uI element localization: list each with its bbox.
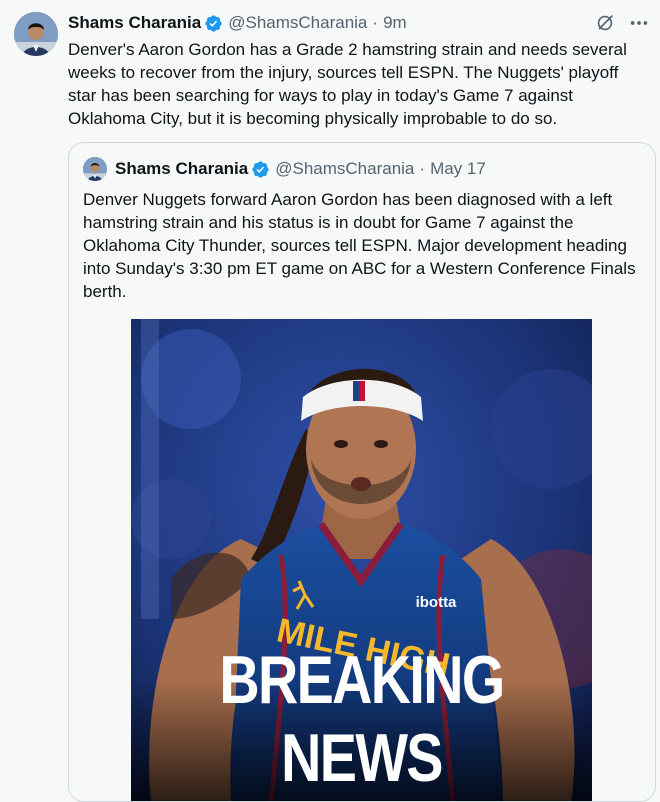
separator-dot: · xyxy=(372,13,379,32)
quoted-tweet-image[interactable]: MILE HIGH ibotta BREAKING NEWS xyxy=(131,319,592,801)
author-name[interactable]: Shams Charania xyxy=(68,13,201,33)
quoted-tweet-timestamp[interactable]: May 17 xyxy=(430,159,486,179)
grok-icon[interactable] xyxy=(594,12,616,34)
quoted-tweet-text: Denver Nuggets forward Aaron Gordon has … xyxy=(83,190,636,301)
quoted-tweet[interactable]: Shams Charania @ShamsCharania · May 17 D… xyxy=(68,142,656,802)
verified-badge-icon xyxy=(204,14,223,33)
quoted-avatar-image xyxy=(83,157,107,181)
avatar-image xyxy=(14,12,58,56)
tweet-text: Denver's Aaron Gordon has a Grade 2 hams… xyxy=(68,40,627,128)
quoted-author-name[interactable]: Shams Charania xyxy=(115,159,248,179)
tweet-header: Shams Charania @ShamsCharania · 9m xyxy=(68,12,650,34)
tweet-timestamp[interactable]: 9m xyxy=(383,13,407,33)
separator-dot: · xyxy=(419,159,426,178)
quoted-author-avatar[interactable] xyxy=(83,157,107,181)
tweet: Shams Charania @ShamsCharania · 9m Denve… xyxy=(0,0,660,802)
sponsor-logo: ibotta xyxy=(416,594,457,611)
quoted-author-handle[interactable]: @ShamsCharania xyxy=(275,159,414,179)
header-actions xyxy=(594,12,650,34)
more-options-icon[interactable] xyxy=(628,12,650,34)
author-handle[interactable]: @ShamsCharania xyxy=(228,13,367,33)
verified-badge-icon xyxy=(251,160,270,179)
author-avatar[interactable] xyxy=(14,12,58,56)
breaking-news-banner: BREAKING NEWS xyxy=(219,642,505,796)
quoted-tweet-header: Shams Charania @ShamsCharania · May 17 xyxy=(115,157,486,181)
